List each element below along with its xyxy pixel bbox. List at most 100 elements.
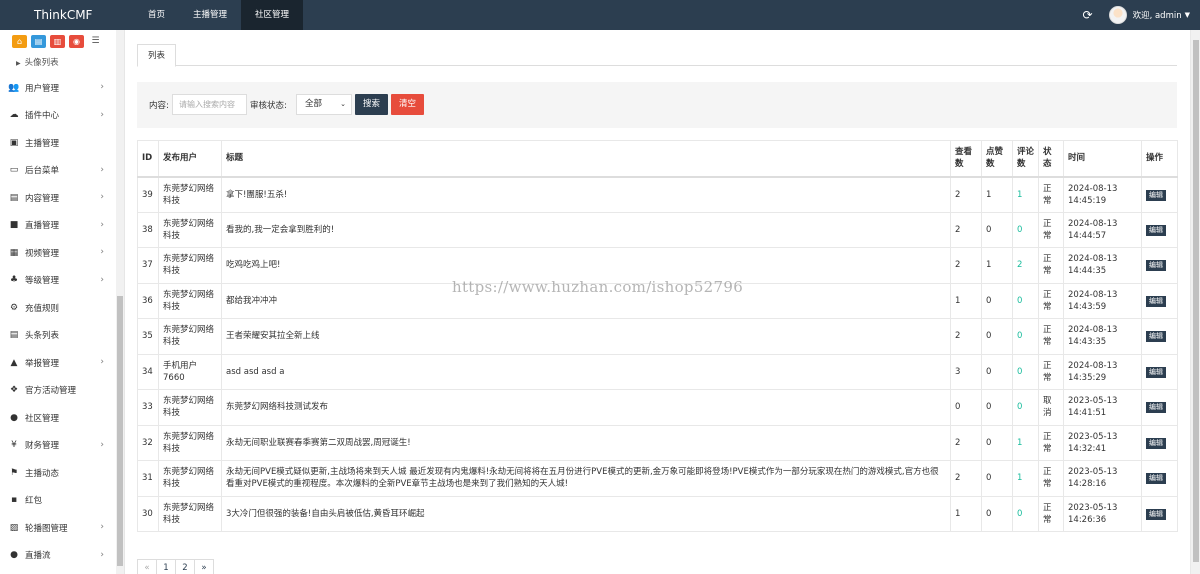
image-icon: ▨ [9,522,19,533]
sidebar-scrollbar-thumb[interactable] [117,296,123,566]
sidebar-item-1[interactable]: ☁ 插件中心 › [0,102,124,130]
sidebar-subitem-label: 头像列表 [24,58,59,68]
cell-id: 31 [137,460,159,497]
edit-button[interactable]: 编辑 [1146,437,1166,449]
home-icon[interactable]: ⌂ [12,34,27,48]
sidebar-item-4[interactable]: ▤ 内容管理 › [0,184,124,212]
cell-views: 2 [950,211,982,248]
cell-actions: 编辑 [1141,318,1178,355]
sidebar-item-9[interactable]: ▤ 头条列表 [0,322,124,350]
sidebar-item-16[interactable]: ▨ 轮播图管理 › [0,514,124,542]
sidebar-item-15[interactable]: ▪ 红包 [0,487,124,515]
sidebar-item-0[interactable]: 👥 用户管理 › [0,74,124,102]
cell-likes: 0 [981,495,1013,532]
top-navbar: ThinkCMF 首页 主播管理 社区管理 ⟳ 欢迎, admin ▼ [0,0,1200,30]
col-user: 发布用户 [158,140,222,178]
page-scrollbar-thumb[interactable] [1193,40,1199,562]
nav-anchor-management[interactable]: 主播管理 [179,0,241,30]
cell-id: 33 [137,389,159,426]
page-prev[interactable]: « [137,559,157,574]
page-next[interactable]: » [194,559,214,574]
edit-button[interactable]: 编辑 [1146,295,1166,307]
sidebar-item-7[interactable]: ♣ 等级管理 › [0,267,124,295]
cell-status: 正常 [1038,495,1064,532]
cell-views: 3 [950,353,982,390]
sidebar-item-14[interactable]: ⚑ 主播动态 [0,459,124,487]
cell-title: 永劫无间职业联赛春季赛第二双周战罢,周冠诞生! [221,424,951,461]
sidebar-item-13[interactable]: ¥ 财务管理 › [0,432,124,460]
col-likes: 点赞数 [981,140,1013,178]
edit-button[interactable]: 编辑 [1146,224,1166,236]
content-search-input[interactable] [172,94,247,115]
page-2[interactable]: 2 [175,559,195,574]
cell-actions: 编辑 [1141,460,1178,497]
cell-views: 1 [950,282,982,319]
sidebar-subitem-avatar-list[interactable]: ▶ 头像列表 [0,52,124,74]
table-row: 33 东莞梦幻网络科技 东莞梦幻网络科技测试发布 0 0 0 取消 2023-05-13 14… [137,389,1178,426]
nav-community-management[interactable]: 社区管理 [241,0,304,30]
edit-button[interactable]: 编辑 [1146,402,1166,414]
page-scrollbar[interactable] [1190,30,1200,574]
main-nav: 首页 主播管理 社区管理 [134,0,304,30]
edit-button[interactable]: 编辑 [1146,508,1166,520]
list-icon[interactable]: ☰ [88,35,103,48]
warning-icon: ▲ [10,357,18,368]
trash-icon[interactable]: ▥ [50,34,65,48]
sidebar-item-6[interactable]: ▦ 视频管理 › [0,239,124,267]
chevron-right-icon: › [100,549,104,560]
avatar [1108,6,1127,24]
sidebar-scrollbar[interactable] [116,30,124,574]
status-select-value: 全部 [305,99,323,109]
film-icon: ▦ [9,247,19,258]
page-1[interactable]: 1 [156,559,176,574]
cell-comments: 0 [1012,211,1039,248]
sidebar-item-12[interactable]: ● 社区管理 [0,404,124,432]
sidebar-item-label: 社区管理 [25,413,60,424]
user-menu[interactable]: 欢迎, admin ▼ [1103,0,1200,30]
cell-user: 手机用户7660 [158,353,222,390]
sidebar-item-3[interactable]: ▭ 后台菜单 › [0,157,124,185]
sidebar-item-label: 官方活动管理 [25,386,77,397]
clear-button[interactable]: 清空 [391,94,425,115]
sidebar-item-10[interactable]: ▲ 举报管理 › [0,349,124,377]
chevron-right-icon: › [100,274,104,285]
sidebar-item-8[interactable]: ⚙ 充值规则 [0,294,124,322]
sidebar-item-label: 充值规则 [25,303,60,314]
file-icon[interactable]: ▤ [31,34,46,48]
sidebar-item-2[interactable]: ▣ 主播管理 [0,129,124,157]
cell-actions: 编辑 [1141,495,1178,532]
caret-down-icon: ▼ [1184,11,1190,19]
cell-id: 34 [137,353,159,390]
edit-button[interactable]: 编辑 [1146,331,1166,343]
edit-button[interactable]: 编辑 [1146,189,1166,201]
col-status: 状态 [1038,140,1064,178]
welcome-text: 欢迎, admin [1132,11,1182,21]
cell-user: 东莞梦幻网络科技 [158,211,222,248]
cell-id: 36 [137,282,159,319]
tint-icon: ● [10,550,18,561]
cell-time: 2023-05-13 14:26:36 [1063,495,1142,532]
tab-list[interactable]: 列表 [137,44,177,67]
search-button[interactable]: 搜索 [355,94,389,115]
sidebar-item-5[interactable]: ■ 直播管理 › [0,212,124,240]
brand-logo[interactable]: ThinkCMF [0,0,120,30]
nav-home[interactable]: 首页 [134,0,179,30]
cell-id: 39 [137,176,159,213]
power-icon[interactable]: ◉ [69,34,84,48]
sidebar-item-17[interactable]: ● 直播流 › [0,542,124,570]
cell-id: 32 [137,424,159,461]
edit-button[interactable]: 编辑 [1146,366,1166,378]
edit-button[interactable]: 编辑 [1146,260,1166,272]
edit-button[interactable]: 编辑 [1146,473,1166,485]
sidebar-item-11[interactable]: ❖ 官方活动管理 [0,377,124,405]
cell-comments: 0 [1012,318,1039,355]
cell-views: 2 [950,460,982,497]
cell-comments: 0 [1012,495,1039,532]
cell-title: 看我的,我一定会拿到胜利的! [221,211,951,248]
cell-title: asd asd asd a [221,353,951,390]
cell-title: 永劫无间PVE模式疑似更新,主战场将来到天人城 最近发现有内鬼爆料!永劫无间将将… [221,460,951,497]
refresh-icon[interactable]: ⟳ [1073,8,1103,22]
cell-likes: 0 [981,211,1013,248]
status-select[interactable]: 全部 ⌄ [296,94,352,115]
cloud-icon: ☁ [9,110,19,121]
